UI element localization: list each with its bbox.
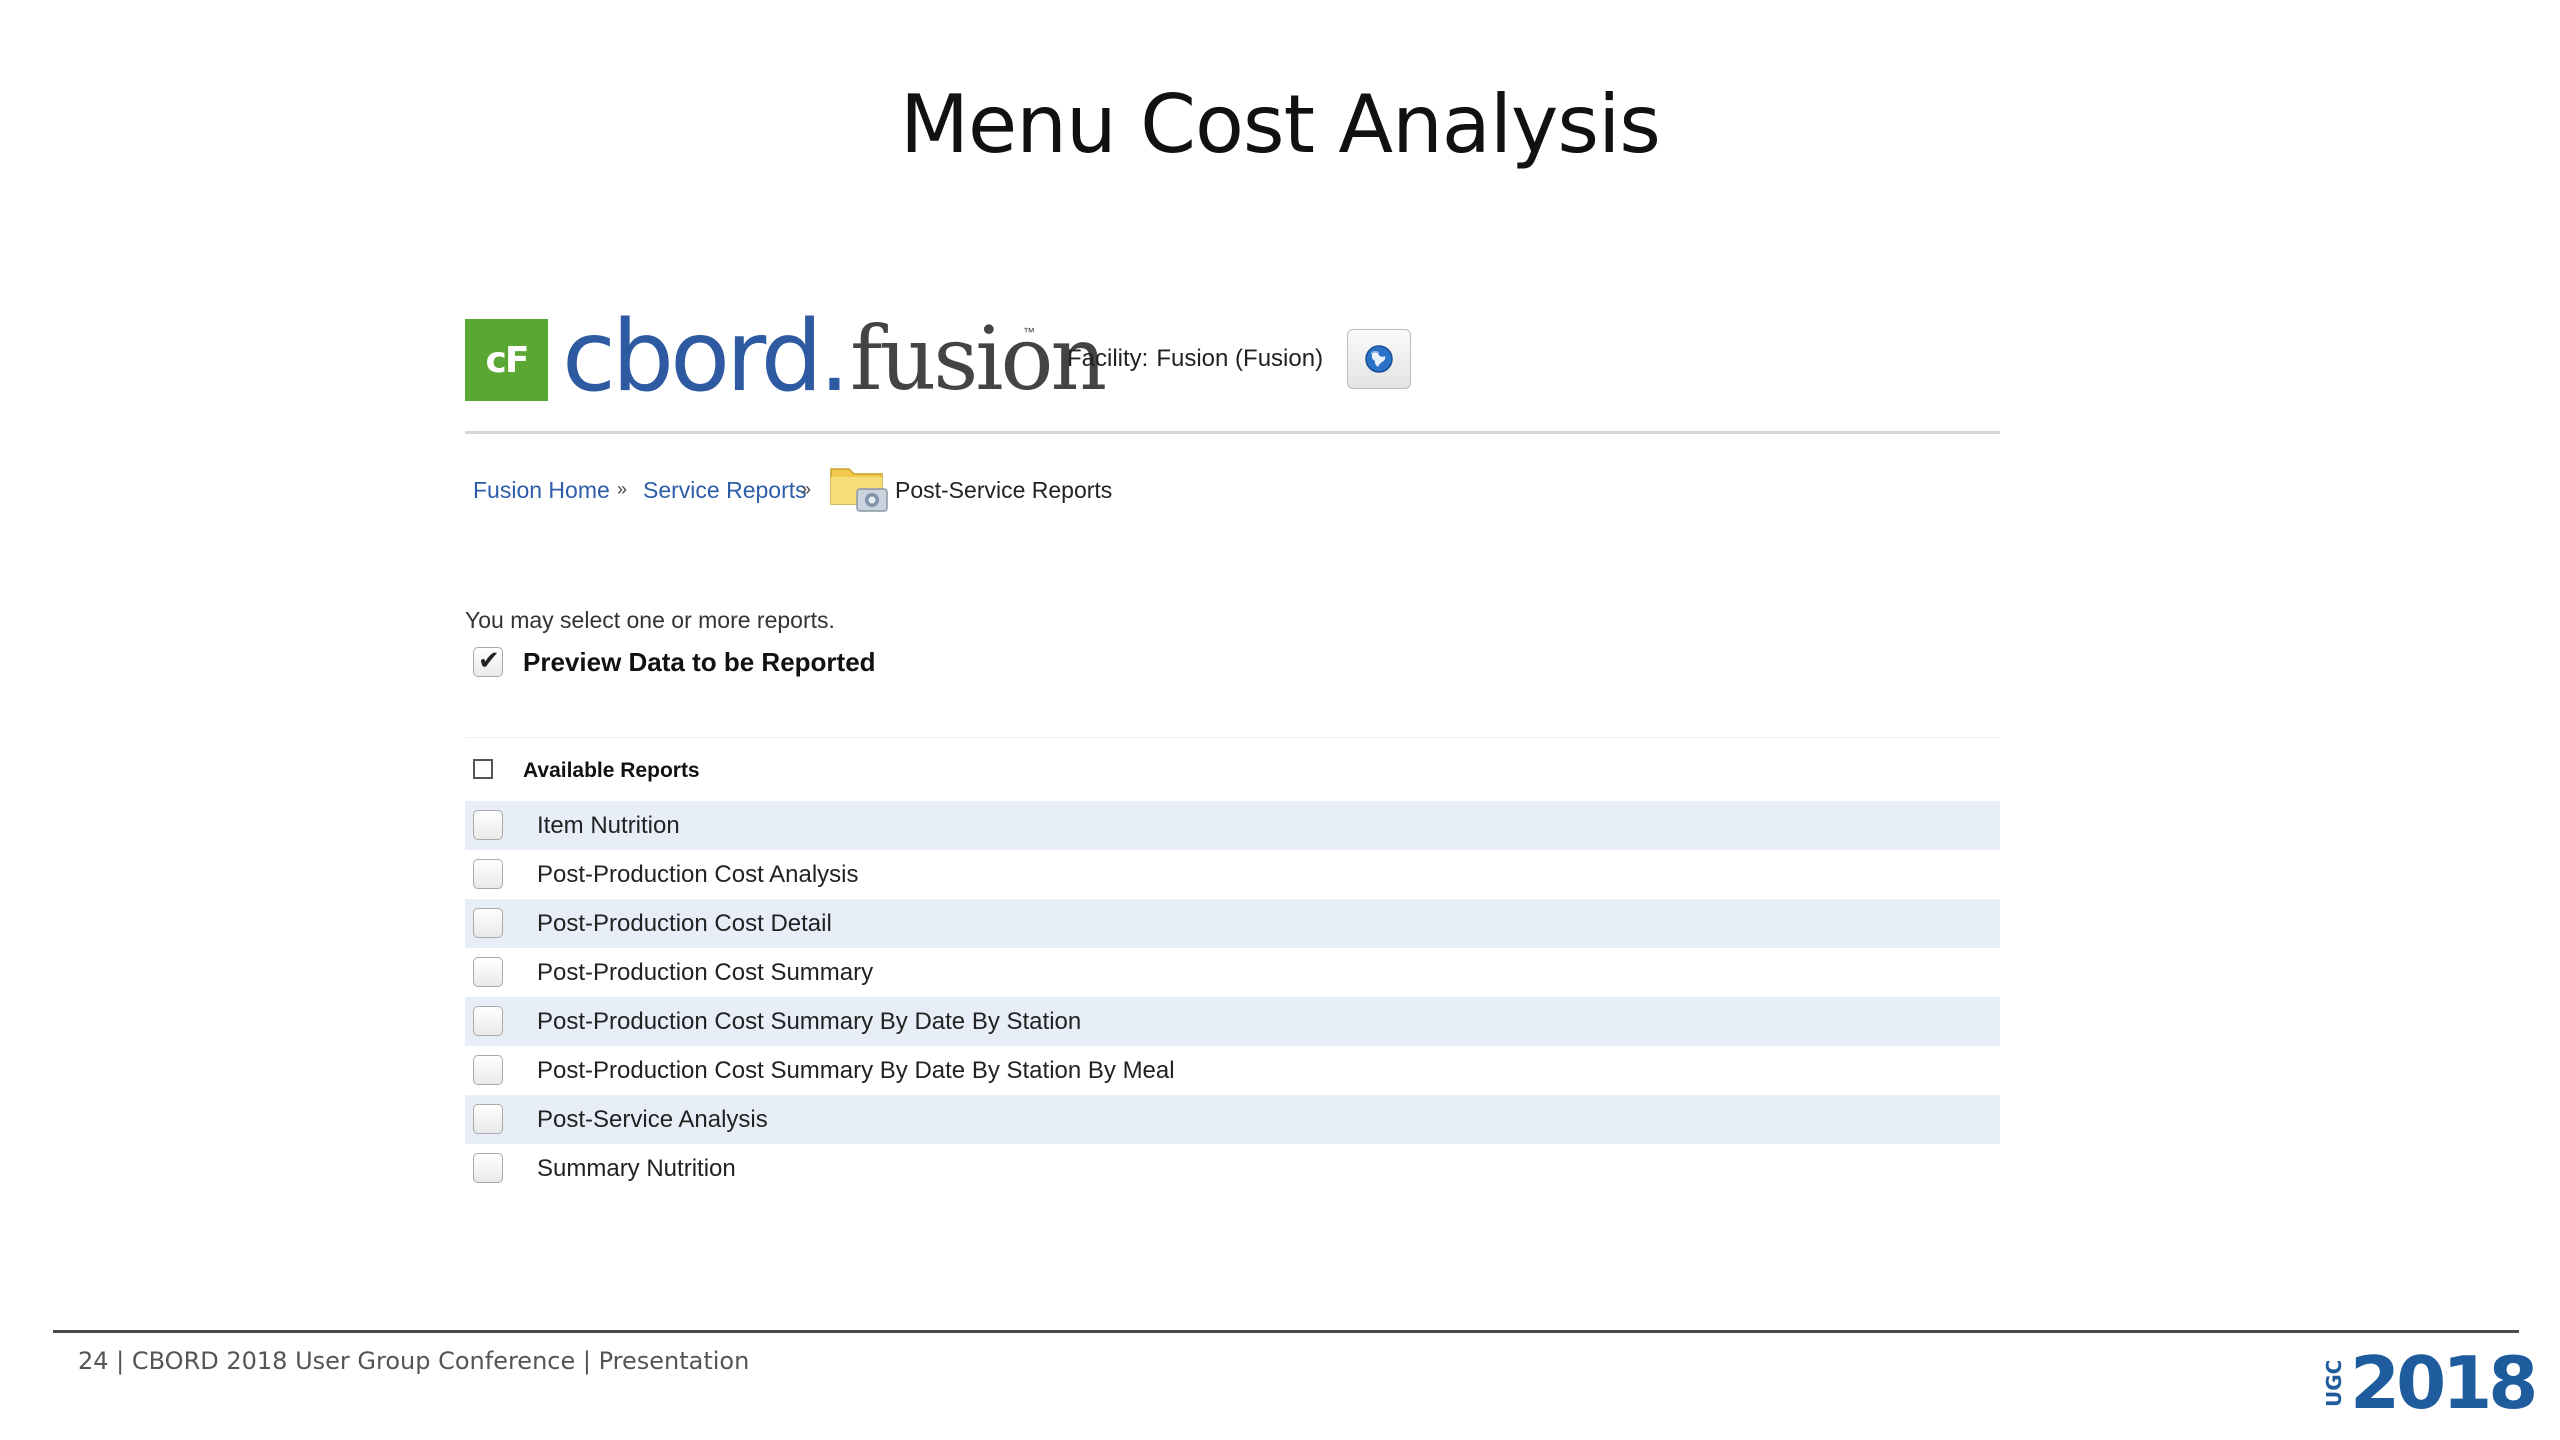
select-all-checkbox[interactable] <box>473 759 493 779</box>
report-label: Post-Production Cost Summary By Date By … <box>537 1008 1082 1035</box>
header-divider <box>465 431 2000 434</box>
ugc-2018-logo: UGC 2018 <box>2320 1344 2538 1422</box>
facility-label: Facility: <box>1067 345 1149 372</box>
folder-icon <box>830 468 888 512</box>
list-item[interactable]: Item Nutrition <box>465 801 2000 850</box>
report-checkbox[interactable] <box>473 1104 503 1134</box>
list-item[interactable]: Post-Production Cost Detail <box>465 899 2000 948</box>
preview-checkbox[interactable] <box>473 645 503 677</box>
report-checkbox[interactable] <box>473 1153 503 1183</box>
report-label: Post-Production Cost Summary By Date By … <box>537 1057 1175 1084</box>
report-checkbox[interactable] <box>473 1006 503 1036</box>
trademark-mark: ™ <box>1023 325 1035 339</box>
preview-label: Preview Data to be Reported <box>523 647 876 677</box>
cf-logo-mark: cF <box>465 319 548 401</box>
available-reports-header: Available Reports <box>473 755 1973 791</box>
report-label: Post-Production Cost Detail <box>537 910 832 937</box>
ugc-logo-year: 2018 <box>2350 1341 2538 1425</box>
report-label: Summary Nutrition <box>537 1155 736 1182</box>
report-label: Post-Production Cost Analysis <box>537 861 859 888</box>
report-label: Post-Service Analysis <box>537 1106 768 1133</box>
list-item[interactable]: Post-Production Cost Summary <box>465 948 2000 997</box>
app-panel: cF cbord. fusion ™ Facility: Fusion (Fusi… <box>465 300 2000 1183</box>
report-checkbox[interactable] <box>473 810 503 840</box>
footer-text: 24 | CBORD 2018 User Group Conference | … <box>78 1347 750 1375</box>
list-item[interactable]: Post-Production Cost Analysis <box>465 850 2000 899</box>
breadcrumb-separator: » <box>617 479 628 499</box>
report-checkbox[interactable] <box>473 908 503 938</box>
report-checkbox[interactable] <box>473 859 503 889</box>
footer-divider <box>53 1330 2519 1333</box>
list-item[interactable]: Post-Production Cost Summary By Date By … <box>465 997 2000 1046</box>
ugc-logo-text: UGC <box>2322 1359 2346 1407</box>
slide-title: Menu Cost Analysis <box>900 78 1661 171</box>
facility-value: Fusion (Fusion) <box>1156 345 1324 372</box>
section-divider <box>465 737 2000 738</box>
report-label: Item Nutrition <box>537 812 680 839</box>
list-item[interactable]: Post-Production Cost Summary By Date By … <box>465 1046 2000 1095</box>
reports-list: Item Nutrition Post-Production Cost Anal… <box>465 801 2000 1193</box>
cbord-logo-text: cbord. <box>562 300 850 414</box>
breadcrumb-separator: » <box>801 479 812 499</box>
globe-icon <box>1365 345 1393 373</box>
facility-info: Facility: Fusion (Fusion) <box>1067 345 1323 373</box>
breadcrumb-link-fusion-home[interactable]: Fusion Home <box>473 477 610 504</box>
list-item[interactable]: Summary Nutrition <box>465 1144 2000 1193</box>
breadcrumb: Fusion Home » Service Reports » Post-Ser… <box>465 445 2000 515</box>
intro-text: You may select one or more reports. <box>465 607 835 633</box>
breadcrumb-current: Post-Service Reports <box>895 477 1113 503</box>
report-checkbox[interactable] <box>473 957 503 987</box>
breadcrumb-link-service-reports[interactable]: Service Reports <box>643 477 807 504</box>
available-reports-label: Available Reports <box>523 759 700 782</box>
app-header: cF cbord. fusion ™ Facility: Fusion (Fusi… <box>465 300 2000 434</box>
list-item[interactable]: Post-Service Analysis <box>465 1095 2000 1144</box>
report-checkbox[interactable] <box>473 1055 503 1085</box>
facility-switch-button[interactable] <box>1347 329 1411 389</box>
report-label: Post-Production Cost Summary <box>537 959 874 986</box>
